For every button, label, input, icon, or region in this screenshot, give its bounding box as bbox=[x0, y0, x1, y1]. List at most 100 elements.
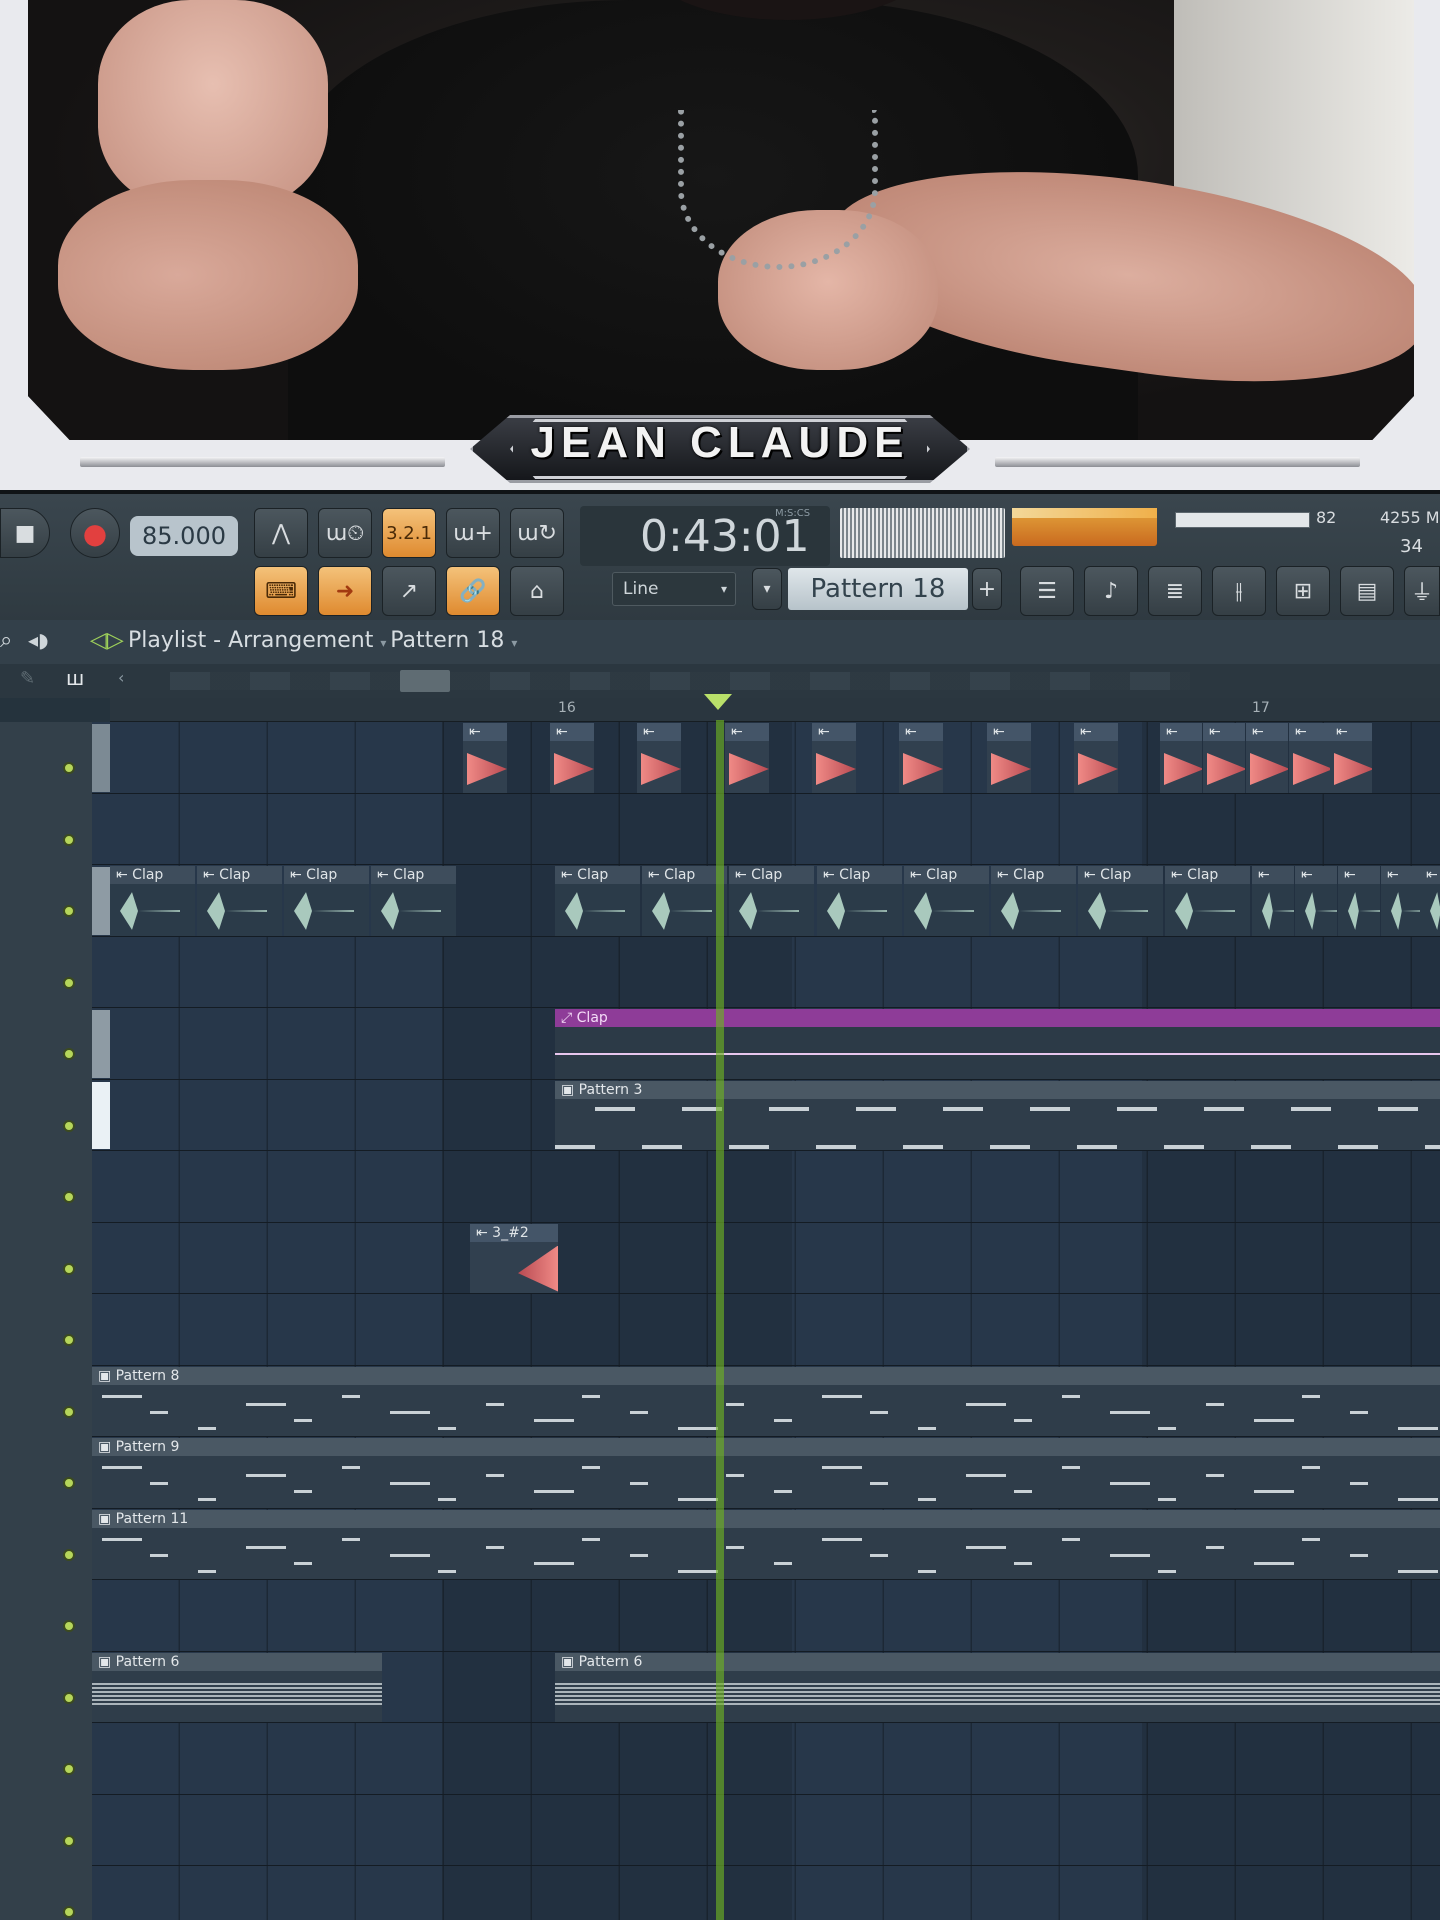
track-row[interactable] bbox=[92, 1223, 1440, 1294]
track-mute-button[interactable] bbox=[63, 1763, 75, 1775]
loop-record-button[interactable]: ɯ↻ bbox=[510, 508, 564, 558]
kick-clip[interactable]: ⇤ bbox=[550, 723, 594, 793]
track-mute-button[interactable] bbox=[63, 1191, 75, 1203]
track-mute-button[interactable] bbox=[63, 1906, 75, 1918]
clap-clip[interactable]: ⇤ bbox=[1381, 866, 1423, 936]
track-row[interactable] bbox=[92, 1580, 1440, 1652]
pattern-selector[interactable]: Pattern 18 bbox=[788, 568, 968, 610]
add-pattern-button[interactable]: + bbox=[972, 568, 1002, 610]
pattern-clip[interactable]: ▣ Pattern 8 bbox=[92, 1366, 1440, 1436]
kick-clip[interactable]: ⇤ bbox=[463, 723, 507, 793]
track-mute-button[interactable] bbox=[63, 976, 75, 989]
clap-clip[interactable]: ⇤ Clap bbox=[991, 866, 1076, 936]
track-row[interactable] bbox=[92, 1294, 1440, 1366]
automation-clip[interactable]: ⤢ Clap bbox=[555, 1009, 1440, 1079]
pencil-icon[interactable]: ✎ bbox=[20, 668, 35, 689]
track-color-handle[interactable] bbox=[92, 867, 110, 935]
search-icon[interactable]: ⌕ bbox=[0, 628, 12, 653]
metronome-button[interactable]: ⋀ bbox=[254, 508, 308, 558]
kick-clip[interactable]: ⇤ bbox=[637, 723, 681, 793]
track-mute-button[interactable] bbox=[63, 1691, 75, 1704]
track-row[interactable] bbox=[92, 937, 1440, 1008]
playlist-overview-scrollbar[interactable]: ✎ ш ‹ bbox=[0, 664, 1440, 698]
clap-clip[interactable]: ⇤ bbox=[1338, 866, 1380, 936]
project-info-button[interactable]: ▤ bbox=[1340, 566, 1394, 616]
kick-clip[interactable]: ⇤ bbox=[1330, 723, 1372, 793]
audio-clip[interactable]: ⇤ 3_#2 bbox=[470, 1223, 558, 1293]
track-mute-button[interactable] bbox=[63, 1048, 75, 1060]
track-mute-button[interactable] bbox=[63, 833, 75, 846]
plugin-button[interactable]: ⏚ bbox=[1404, 566, 1440, 616]
clap-clip[interactable]: ⇤ bbox=[1295, 866, 1337, 936]
piano-roll-button[interactable]: ♪ bbox=[1084, 566, 1138, 616]
tempo-display[interactable]: 85.000 bbox=[130, 516, 238, 556]
track-color-handle[interactable] bbox=[92, 1010, 110, 1078]
track-color-handle[interactable] bbox=[92, 1081, 110, 1149]
track-mute-button[interactable] bbox=[63, 1334, 75, 1346]
track-row[interactable] bbox=[92, 1151, 1440, 1223]
track-row[interactable] bbox=[92, 1866, 1440, 1920]
clap-clip[interactable]: ⇤ bbox=[1420, 866, 1440, 936]
channel-rack-button[interactable]: ≣ bbox=[1148, 566, 1202, 616]
wait-input-button[interactable]: ɯ⏲ bbox=[318, 508, 372, 558]
kick-clip[interactable]: ⇤ bbox=[725, 723, 769, 793]
kick-clip[interactable]: ⇤ bbox=[1074, 723, 1118, 793]
track-row[interactable] bbox=[92, 794, 1440, 865]
kick-clip[interactable]: ⇤ bbox=[1246, 723, 1288, 793]
track-row[interactable] bbox=[92, 1723, 1440, 1795]
kick-clip[interactable]: ⇤ bbox=[812, 723, 856, 793]
countdown-button[interactable]: 3.2.1 bbox=[382, 508, 436, 558]
track-mute-button[interactable] bbox=[63, 1477, 75, 1489]
browser-button[interactable]: ⊞ bbox=[1276, 566, 1330, 616]
pattern-clip[interactable]: ▣ Pattern 9 bbox=[92, 1438, 1440, 1508]
pattern-menu-button[interactable]: ▾ bbox=[752, 568, 782, 610]
track-mute-button[interactable] bbox=[63, 1834, 75, 1847]
track-mute-button[interactable] bbox=[63, 1119, 75, 1132]
link-button[interactable]: 🔗 bbox=[446, 566, 500, 616]
scroll-thumb[interactable] bbox=[400, 670, 450, 692]
speaker-icon[interactable]: ◂◗ bbox=[28, 628, 49, 652]
track-color-handle[interactable] bbox=[92, 724, 110, 792]
kick-clip[interactable]: ⇤ bbox=[899, 723, 943, 793]
piano-icon[interactable]: ш bbox=[66, 666, 84, 690]
playlist-grid[interactable]: ⇤ ⇤ ⇤ ⇤ ⇤ ⇤ ⇤ ⇤ ⇤ ⇤ ⇤ ⇤ ⇤ ⇤ Clap ⇤ Clap ⇤ Clap ⇤ Clap ⇤ C… bbox=[92, 722, 1440, 1920]
scroll-left-icon[interactable]: ‹ bbox=[118, 668, 124, 687]
track-mute-button[interactable] bbox=[63, 905, 75, 917]
stop-button[interactable]: ■ bbox=[0, 508, 50, 558]
pattern-clip[interactable]: ▣ Pattern 6 bbox=[92, 1652, 382, 1722]
record-button[interactable]: ● bbox=[70, 508, 120, 558]
clap-clip[interactable]: ⇤ Clap bbox=[817, 866, 902, 936]
clap-clip[interactable]: ⇤ bbox=[1252, 866, 1294, 936]
track-mute-button[interactable] bbox=[63, 762, 75, 774]
clap-clip[interactable]: ⇤ Clap bbox=[110, 866, 195, 936]
playlist-title[interactable]: Playlist - Arrangement ▾ Pattern 18 ▾ bbox=[128, 628, 517, 653]
snap-select[interactable]: Line ▾ bbox=[612, 572, 736, 606]
clap-clip[interactable]: ⇤ Clap bbox=[904, 866, 989, 936]
pattern-clip[interactable]: ▣ Pattern 11 bbox=[92, 1509, 1440, 1579]
clap-clip[interactable]: ⇤ Clap bbox=[371, 866, 456, 936]
clap-clip[interactable]: ⇤ Clap bbox=[729, 866, 814, 936]
kick-clip[interactable]: ⇤ bbox=[1203, 723, 1245, 793]
clap-clip[interactable]: ⇤ Clap bbox=[642, 866, 727, 936]
blend-notes-button[interactable]: ɯ+ bbox=[446, 508, 500, 558]
multilink-button[interactable]: ⌂ bbox=[510, 566, 564, 616]
typing-keyboard-button[interactable]: ⌨ bbox=[254, 566, 308, 616]
pattern-clip[interactable]: ▣ Pattern 6 bbox=[555, 1652, 1440, 1722]
clap-clip[interactable]: ⇤ Clap bbox=[555, 866, 640, 936]
scroll-button[interactable]: ↗ bbox=[382, 566, 436, 616]
track-mute-button[interactable] bbox=[63, 1620, 75, 1632]
kick-clip[interactable]: ⇤ bbox=[1289, 723, 1331, 793]
track-mute-button[interactable] bbox=[63, 1548, 75, 1561]
step-edit-button[interactable]: ➜ bbox=[318, 566, 372, 616]
playhead-marker-icon[interactable] bbox=[704, 694, 732, 710]
clap-clip[interactable]: ⇤ Clap bbox=[1078, 866, 1163, 936]
playlist-button[interactable]: ☰ bbox=[1020, 566, 1074, 616]
clap-clip[interactable]: ⇤ Clap bbox=[1165, 866, 1250, 936]
pattern-clip[interactable]: ▣ Pattern 3 bbox=[555, 1080, 1440, 1150]
track-mute-button[interactable] bbox=[63, 1405, 75, 1418]
mixer-button[interactable]: ⫲ bbox=[1212, 566, 1266, 616]
clap-clip[interactable]: ⇤ Clap bbox=[197, 866, 282, 936]
timeline-ruler[interactable]: 16 17 bbox=[110, 698, 1440, 722]
track-mute-button[interactable] bbox=[63, 1262, 75, 1275]
kick-clip[interactable]: ⇤ bbox=[987, 723, 1031, 793]
